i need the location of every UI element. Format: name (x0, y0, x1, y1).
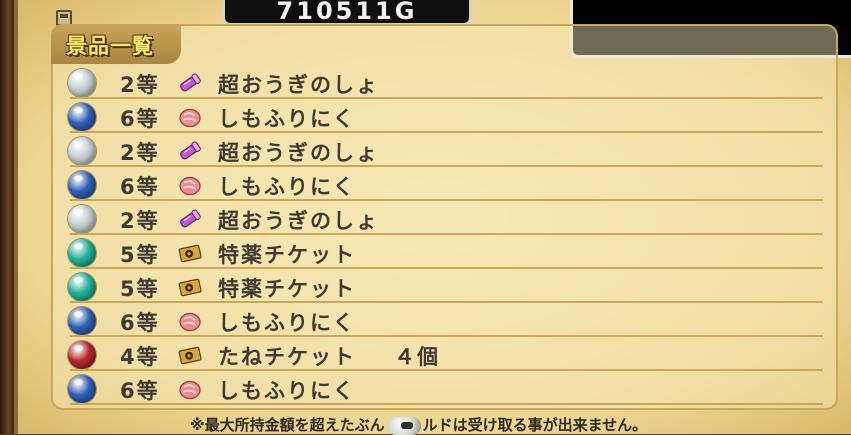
teal-orb-icon (68, 273, 96, 301)
scroll-icon (178, 208, 202, 230)
prize-name: 超おうぎのしょ (218, 73, 379, 97)
prize-row: 2等 超おうぎのしょ (58, 66, 823, 99)
list-title: 景品一覧 (66, 34, 154, 58)
prize-name: しもふりにく (218, 107, 356, 131)
red-orb-icon (68, 341, 96, 369)
footer-text-after: ルドは受け取る事が出来ません。 (422, 416, 648, 434)
meat-icon (178, 106, 202, 128)
prize-rank: 6等 (120, 107, 160, 131)
silver-orb-icon (68, 69, 96, 97)
prize-rank: 2等 (120, 141, 160, 165)
blue-orb-icon (68, 103, 96, 131)
prize-row: 2等 超おうぎのしょ (58, 202, 823, 235)
ticket-icon (178, 344, 202, 366)
left-frame-edge (0, 0, 14, 434)
scroll-icon (178, 72, 202, 94)
meat-icon (178, 378, 202, 400)
prize-row: 4等 たねチケット ４個 (58, 338, 823, 371)
silver-orb-icon (68, 137, 96, 165)
silver-orb-icon (68, 205, 96, 233)
prize-name: 超おうぎのしょ (218, 141, 379, 165)
prize-row: 6等 しもふりにく (58, 304, 823, 337)
prize-row: 6等 しもふりにく (58, 168, 823, 201)
prize-rank: 4等 (120, 345, 160, 369)
prize-name: たねチケット (218, 345, 356, 369)
scroll-icon (178, 140, 202, 162)
prize-rank: 2等 (120, 209, 160, 233)
prize-row: 5等 特薬チケット (58, 236, 823, 269)
prize-name: 超おうぎのしょ (218, 209, 379, 233)
blue-orb-icon (68, 375, 96, 403)
prize-row: 6等 しもふりにく (58, 372, 823, 405)
blue-orb-icon (68, 171, 96, 199)
prize-rank: 6等 (120, 175, 160, 199)
prize-rank: 6等 (120, 379, 160, 403)
footer-note: ※最大所持金額を超えたぶん ルドは受け取る事が出来ません。 (190, 414, 647, 435)
prize-name: 特薬チケット (218, 243, 356, 267)
prize-row: 2等 超おうぎのしょ (58, 134, 823, 167)
footer-text-before: ※最大所持金額を超えたぶん (190, 416, 385, 434)
prize-rank: 6等 (120, 311, 160, 335)
gold-amount: 710511G (276, 0, 418, 25)
ticket-icon (178, 276, 202, 298)
gold-coin-icon (386, 416, 421, 435)
prize-row: 6等 しもふりにく (58, 100, 823, 133)
prize-name: 特薬チケット (218, 277, 356, 301)
gold-counter: 710511G (222, 0, 472, 26)
meat-icon (178, 310, 202, 332)
prize-quantity: ４個 (394, 345, 440, 369)
blue-orb-icon (68, 307, 96, 335)
prize-name: しもふりにく (218, 311, 356, 335)
ticket-icon (178, 242, 202, 264)
prize-row: 5等 特薬チケット (58, 270, 823, 303)
prize-rank: 5等 (120, 277, 160, 301)
prize-name: しもふりにく (218, 175, 356, 199)
teal-orb-icon (68, 239, 96, 267)
meat-icon (178, 174, 202, 196)
prize-name: しもふりにく (218, 379, 356, 403)
prize-rank: 2等 (120, 73, 160, 97)
prize-rank: 5等 (120, 243, 160, 267)
